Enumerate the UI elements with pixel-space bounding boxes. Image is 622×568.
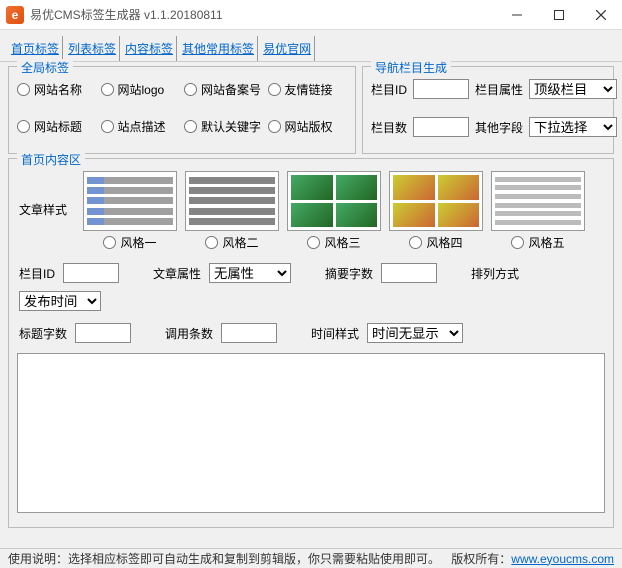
radio-site-desc[interactable]: 站点描述: [101, 118, 181, 135]
time-label: 时间样式: [311, 325, 359, 342]
status-copyright-label: 版权所有：: [451, 550, 511, 567]
tab-bar: 首页标签 列表标签 内容标签 其他常用标签 易优官网: [0, 30, 622, 62]
sort-select[interactable]: 发布时间: [19, 291, 101, 311]
status-copyright-link[interactable]: www.eyoucms.com: [511, 552, 614, 566]
title-len-input[interactable]: [75, 323, 131, 343]
nav-other-select[interactable]: 下拉选择: [529, 117, 617, 137]
time-select[interactable]: 时间无显示: [367, 323, 463, 343]
tab-other[interactable]: 其他常用标签: [179, 36, 258, 61]
sort-label: 排列方式: [471, 265, 519, 282]
style-label: 文章样式: [19, 171, 75, 218]
nav-col-attr-select[interactable]: 顶级栏目: [529, 79, 617, 99]
tab-home[interactable]: 首页标签: [8, 36, 63, 61]
attr-label: 文章属性: [153, 265, 201, 282]
main-legend: 首页内容区: [17, 151, 85, 168]
style-thumb-5: [491, 171, 585, 231]
style-radio-2[interactable]: 风格二: [205, 234, 258, 251]
count-label: 调用条数: [165, 325, 213, 342]
radio-copyright[interactable]: 网站版权: [268, 118, 348, 135]
col-id-label: 栏目ID: [19, 265, 55, 282]
radio-site-logo[interactable]: 网站logo: [101, 81, 181, 98]
tab-official[interactable]: 易优官网: [260, 36, 315, 61]
nav-group: 导航栏目生成 栏目ID 栏目属性 顶级栏目 栏目数 其他字段 下拉选择: [362, 66, 614, 154]
title-len-label: 标题字数: [19, 325, 67, 342]
minimize-button[interactable]: [496, 0, 538, 30]
global-tags-group: 全局标签 网站名称 网站logo 网站备案号 友情链接 网站标题 站点描述 默认…: [8, 66, 356, 154]
status-help: 使用说明：选择相应标签即可自动生成和复制到剪辑版，你只需要粘贴使用即可。: [8, 550, 440, 567]
nav-col-count-input[interactable]: [413, 117, 469, 137]
radio-site-title[interactable]: 网站标题: [17, 118, 97, 135]
count-input[interactable]: [221, 323, 277, 343]
nav-legend: 导航栏目生成: [371, 59, 451, 76]
radio-site-name[interactable]: 网站名称: [17, 81, 97, 98]
maximize-button[interactable]: [538, 0, 580, 30]
tab-list[interactable]: 列表标签: [65, 36, 120, 61]
close-button[interactable]: [580, 0, 622, 30]
style-thumb-3: [287, 171, 381, 231]
nav-other-label: 其他字段: [475, 119, 523, 136]
app-logo-icon: e: [6, 6, 24, 24]
main-group: 首页内容区 文章样式 风格一 风格二 风格三 风格四 风格五: [8, 158, 614, 528]
radio-site-icp[interactable]: 网站备案号: [184, 81, 264, 98]
nav-col-attr-label: 栏目属性: [475, 81, 523, 98]
radio-default-kw[interactable]: 默认关键字: [184, 118, 264, 135]
titlebar: e 易优CMS标签生成器 v1.1.20180811: [0, 0, 622, 30]
nav-col-id-input[interactable]: [413, 79, 469, 99]
global-legend: 全局标签: [17, 59, 73, 76]
col-id-input[interactable]: [63, 263, 119, 283]
style-thumb-4: [389, 171, 483, 231]
nav-col-count-label: 栏目数: [371, 119, 407, 136]
style-thumb-2: [185, 171, 279, 231]
attr-select[interactable]: 无属性: [209, 263, 291, 283]
style-radio-5[interactable]: 风格五: [511, 234, 564, 251]
style-radio-4[interactable]: 风格四: [409, 234, 462, 251]
output-textarea[interactable]: [17, 353, 605, 513]
summary-label: 摘要字数: [325, 265, 373, 282]
summary-input[interactable]: [381, 263, 437, 283]
style-radio-3[interactable]: 风格三: [307, 234, 360, 251]
style-radio-1[interactable]: 风格一: [103, 234, 156, 251]
window-title: 易优CMS标签生成器 v1.1.20180811: [30, 6, 496, 23]
style-thumb-1: [83, 171, 177, 231]
tab-content[interactable]: 内容标签: [122, 36, 177, 61]
radio-friend-link[interactable]: 友情链接: [268, 81, 348, 98]
nav-col-id-label: 栏目ID: [371, 81, 407, 98]
status-bar: 使用说明：选择相应标签即可自动生成和复制到剪辑版，你只需要粘贴使用即可。 版权所…: [0, 548, 622, 568]
